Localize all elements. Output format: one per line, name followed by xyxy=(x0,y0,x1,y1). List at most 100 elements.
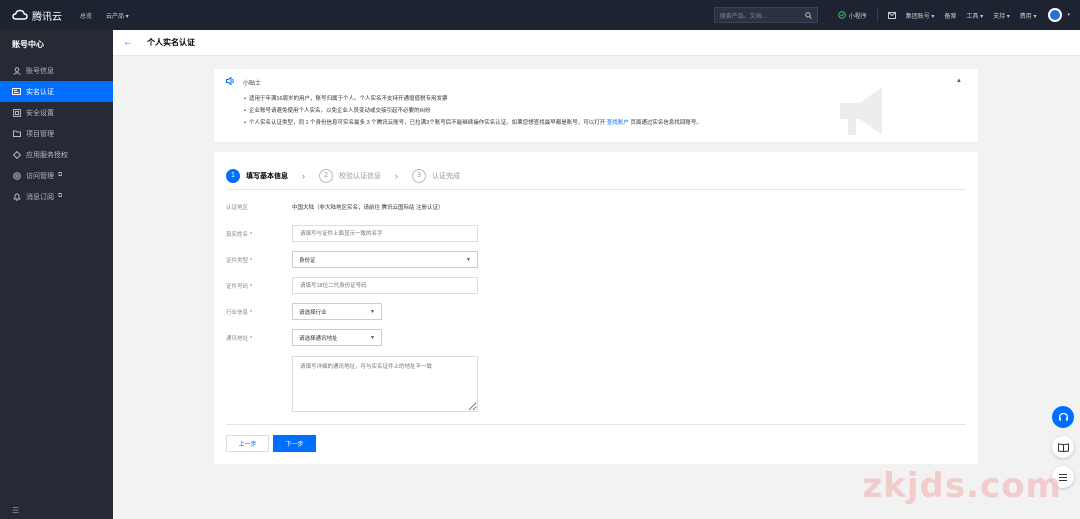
billing-menu[interactable]: 费用 ▾ xyxy=(1020,11,1037,20)
step-number: 2 xyxy=(319,168,333,183)
sidebar-item-label: 账号信息 xyxy=(26,67,54,75)
step-label: 填写基本信息 xyxy=(246,172,288,180)
form-row-address-detail xyxy=(226,356,478,412)
sidebar-item-label: 项目管理 xyxy=(26,130,54,138)
mini-program-link[interactable]: 小程序 xyxy=(837,11,867,20)
mini-program-icon xyxy=(837,11,846,19)
avatar-icon xyxy=(1050,10,1061,20)
mail-icon xyxy=(887,11,896,19)
cloud-logo-icon xyxy=(12,9,28,20)
search-placeholder: 搜索产品、文档... xyxy=(719,13,767,20)
sidebar-item-access-mgmt[interactable]: 访问管理 ⧉ xyxy=(0,165,113,186)
speaker-icon xyxy=(226,76,235,87)
tip-line-text: 个人实名认证类型，同 1 个身份信息可实名最多 3 个腾讯云账号，已拉满3个账号… xyxy=(248,120,606,126)
sidebar-item-label: 安全设置 xyxy=(26,109,54,117)
next-button[interactable]: 下一步 xyxy=(273,435,316,452)
chevron-right-icon: › xyxy=(302,170,305,181)
step-number: 3 xyxy=(412,168,426,183)
external-link-icon: ⧉ xyxy=(58,193,63,199)
customer-service-button[interactable] xyxy=(1052,406,1074,428)
id-number-input[interactable] xyxy=(292,277,478,294)
headset-icon xyxy=(1058,412,1068,420)
name-label: 真实姓名 * xyxy=(226,231,253,238)
sidebar-item-security[interactable]: 安全设置 xyxy=(0,102,113,123)
sidebar-item-label: 实名认证 xyxy=(26,88,54,96)
back-arrow-icon[interactable]: ← xyxy=(123,37,133,48)
caret-down-icon: ▼ xyxy=(466,256,471,263)
tip-line-text: 页面通过实名信息找回账号。 xyxy=(630,120,702,126)
form-row-name: 真实姓名 * xyxy=(226,225,478,242)
id-type-value: 身份证 xyxy=(299,257,316,264)
search-icon[interactable] xyxy=(804,11,812,19)
step-number: 1 xyxy=(226,168,240,183)
sidebar-item-label: 访问管理 xyxy=(26,172,54,180)
sidebar-item-account-info[interactable]: 账号信息 xyxy=(0,60,113,81)
book-icon xyxy=(1057,442,1069,452)
address-select[interactable]: 请选择通讯地址 ▼ xyxy=(292,329,382,346)
nav-products[interactable]: 云产品 ▾ xyxy=(106,11,129,20)
sidebar-title: 账号中心 xyxy=(12,40,44,49)
caret-down-icon: ▼ xyxy=(370,334,375,341)
sidebar-item-app-auth[interactable]: 应用服务授权 xyxy=(0,144,113,165)
industry-label: 行业信息 * xyxy=(226,309,253,316)
sidebar-item-message-sub[interactable]: 消息订阅 ⧉ xyxy=(0,186,113,207)
sidebar-item-label: 应用服务授权 xyxy=(26,151,68,159)
page-header: ← 个人实名认证 xyxy=(113,30,1080,56)
folder-icon xyxy=(12,129,21,138)
chevron-right-icon: › xyxy=(395,170,398,181)
step-3: 3 认证完成 xyxy=(412,168,460,183)
support-menu[interactable]: 支持 ▾ xyxy=(993,11,1010,20)
mini-program-label: 小程序 xyxy=(848,13,867,20)
idtype-label: 证件类型 * xyxy=(226,257,253,264)
tencent-cloud-logo[interactable]: 腾讯云 xyxy=(12,8,62,23)
page-title: 个人实名认证 xyxy=(147,38,195,47)
auth-form-card: 1 填写基本信息 › 2 校验认证信息 › 3 认证完成 认证地区 中国大陆（非… xyxy=(214,152,978,464)
address-detail-textarea[interactable] xyxy=(292,356,478,412)
tools-menu[interactable]: 工具 ▾ xyxy=(966,11,983,20)
industry-select[interactable]: 请选择行业 ▼ xyxy=(292,303,382,320)
avatar-chevron-down-icon[interactable]: ▾ xyxy=(1067,12,1070,18)
logo-text: 腾讯云 xyxy=(32,11,62,23)
mail-button[interactable] xyxy=(887,11,896,19)
sidebar-item-real-name[interactable]: 实名认证 xyxy=(0,81,113,102)
form-row-address: 通讯地址 * 请选择通讯地址 ▼ xyxy=(226,329,382,346)
nav-overview[interactable]: 总览 xyxy=(80,11,92,20)
caret-down-icon: ▼ xyxy=(370,308,375,315)
step-2: 2 校验认证信息 xyxy=(319,168,381,183)
id-type-select[interactable]: 身份证 ▼ xyxy=(292,251,478,268)
shield-icon xyxy=(12,108,21,117)
search-input[interactable]: 搜索产品、文档... xyxy=(713,7,818,23)
collapse-tips-icon[interactable]: ▲ xyxy=(956,78,962,84)
lock-icon xyxy=(12,171,21,180)
industry-value: 请选择行业 xyxy=(299,309,327,316)
prev-button[interactable]: 上一步 xyxy=(226,435,269,452)
filing-link[interactable]: 备案 xyxy=(944,11,956,20)
external-link-icon: ⧉ xyxy=(58,172,63,178)
user-icon xyxy=(12,66,21,75)
region-label: 认证地区 xyxy=(226,205,249,211)
top-navbar: 腾讯云 总览 云产品 ▾ 搜索产品、文档... 小程序 集团账号 ▾ 备案 工具… xyxy=(0,0,1080,30)
diamond-icon xyxy=(12,150,21,159)
region-value: 中国大陆（非大陆地区实名，请前往 腾讯云国际站 注册认证） xyxy=(292,205,444,211)
sidebar: 账号中心 账号信息 实名认证 安全设置 项目管理 应用服务授权 访问管理 ⧉ 消… xyxy=(0,30,113,519)
sidebar-item-projects[interactable]: 项目管理 xyxy=(0,123,113,144)
idnum-label: 证件号码 * xyxy=(226,283,253,290)
watermark: zkjds.com xyxy=(862,466,1062,506)
collapse-sidebar-icon[interactable]: ☰ xyxy=(12,506,19,515)
form-row-industry: 行业信息 * 请选择行业 ▼ xyxy=(226,303,382,320)
divider xyxy=(876,9,878,21)
sidebar-item-label: 消息订阅 xyxy=(26,193,54,201)
form-row-idnum: 证件号码 * xyxy=(226,277,478,294)
step-label: 认证完成 xyxy=(432,172,460,180)
docs-button[interactable] xyxy=(1052,436,1074,458)
avatar[interactable] xyxy=(1048,8,1063,22)
id-card-icon xyxy=(12,87,21,96)
stepper: 1 填写基本信息 › 2 校验认证信息 › 3 认证完成 xyxy=(226,162,966,190)
form-row-region: 认证地区 中国大陆（非大陆地区实名，请前往 腾讯云国际站 注册认证） xyxy=(226,203,444,211)
tips-title: 小贴士 xyxy=(243,80,262,87)
real-name-input[interactable] xyxy=(292,225,478,242)
bell-icon xyxy=(12,192,21,201)
find-account-link[interactable]: 查找账户 xyxy=(607,120,629,126)
group-account-menu[interactable]: 集团账号 ▾ xyxy=(906,11,935,20)
step-label: 校验认证信息 xyxy=(339,172,381,180)
